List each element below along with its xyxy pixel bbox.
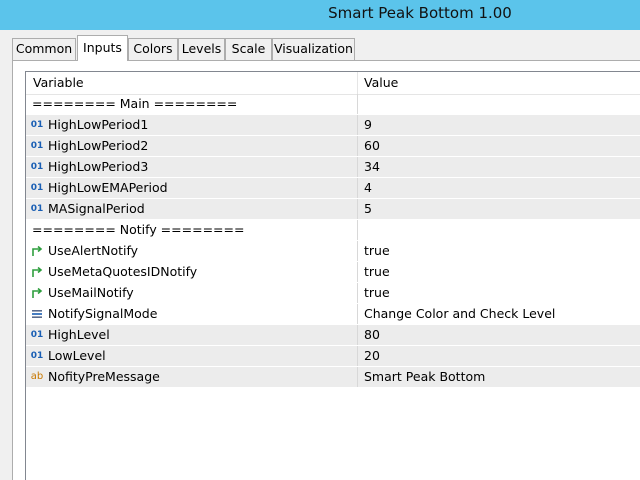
param-row[interactable]: ======== Notify ========: [26, 220, 640, 241]
bool-icon: [30, 266, 44, 278]
variable-cell[interactable]: 01 HighLowPeriod3: [26, 157, 358, 177]
value-cell[interactable]: true: [358, 283, 640, 303]
variable-cell[interactable]: 01 HighLowEMAPeriod: [26, 178, 358, 198]
int-icon: 01: [30, 351, 44, 361]
variable-cell[interactable]: NotifySignalMode: [26, 304, 358, 324]
param-row[interactable]: 01 HighLevel 80: [26, 325, 640, 346]
value-cell[interactable]: 4: [358, 178, 640, 198]
param-row[interactable]: ab NofityPreMessage Smart Peak Bottom: [26, 367, 640, 388]
param-row[interactable]: UseMailNotify true: [26, 283, 640, 304]
enum-icon: [30, 308, 44, 320]
int-icon: 01: [30, 330, 44, 340]
tab-visualization[interactable]: Visualization: [272, 38, 355, 60]
variable-name: HighLowEMAPeriod: [48, 180, 168, 195]
inputs-grid: Variable Value ======== Main ======== 01 H…: [25, 71, 640, 480]
tab-colors[interactable]: Colors: [128, 38, 178, 60]
variable-name: HighLevel: [48, 327, 110, 342]
variable-cell[interactable]: 01 HighLowPeriod2: [26, 136, 358, 156]
param-row[interactable]: 01 HighLowPeriod2 60: [26, 136, 640, 157]
variable-cell[interactable]: ab NofityPreMessage: [26, 367, 358, 387]
value-cell[interactable]: 60: [358, 136, 640, 156]
int-icon: 01: [30, 162, 44, 172]
variable-name: HighLowPeriod3: [48, 159, 149, 174]
param-row[interactable]: NotifySignalMode Change Color and Check L…: [26, 304, 640, 325]
variable-name: MASignalPeriod: [48, 201, 145, 216]
value-cell[interactable]: 80: [358, 325, 640, 345]
int-icon: 01: [30, 120, 44, 130]
variable-cell[interactable]: 01 MASignalPeriod: [26, 199, 358, 219]
int-icon: 01: [30, 183, 44, 193]
tab-levels[interactable]: Levels: [178, 38, 225, 60]
value-cell[interactable]: 34: [358, 157, 640, 177]
param-row[interactable]: 01 HighLowPeriod3 34: [26, 157, 640, 178]
string-icon: ab: [30, 371, 44, 382]
variable-value[interactable]: 9: [364, 115, 372, 135]
variable-cell[interactable]: ======== Notify ========: [26, 220, 358, 240]
bool-icon: [30, 287, 44, 299]
variable-cell[interactable]: UseMailNotify: [26, 283, 358, 303]
header-value[interactable]: Value: [364, 72, 398, 94]
variable-value[interactable]: Change Color and Check Level: [364, 304, 555, 324]
variable-cell[interactable]: 01 HighLowPeriod1: [26, 115, 358, 135]
variable-name: UseMailNotify: [48, 285, 134, 300]
variable-cell[interactable]: 01 LowLevel: [26, 346, 358, 366]
variable-name: HighLowPeriod2: [48, 138, 149, 153]
param-row[interactable]: 01 LowLevel 20: [26, 346, 640, 367]
int-icon: 01: [30, 141, 44, 151]
param-row[interactable]: 01 HighLowPeriod1 9: [26, 115, 640, 136]
param-row[interactable]: 01 HighLowEMAPeriod 4: [26, 178, 640, 199]
grid-header: Variable Value: [26, 72, 640, 95]
variable-cell[interactable]: ======== Main ========: [26, 94, 358, 114]
variable-name: HighLowPeriod1: [48, 117, 149, 132]
header-variable[interactable]: Variable: [33, 72, 84, 94]
tab-common[interactable]: Common: [12, 38, 76, 60]
param-row[interactable]: 01 MASignalPeriod 5: [26, 199, 640, 220]
tab-strip: Common Inputs Colors Levels Scale Visual…: [12, 35, 640, 61]
window-title: Smart Peak Bottom 1.00: [328, 4, 512, 22]
variable-value[interactable]: 60: [364, 136, 380, 156]
variable-value[interactable]: true: [364, 283, 390, 303]
variable-value[interactable]: 4: [364, 178, 372, 198]
int-icon: 01: [30, 204, 44, 214]
variable-name: NotifySignalMode: [48, 306, 158, 321]
header-separator[interactable]: [357, 72, 358, 94]
value-cell[interactable]: 9: [358, 115, 640, 135]
variable-name: UseMetaQuotesIDNotify: [48, 264, 198, 279]
variable-cell[interactable]: UseAlertNotify: [26, 241, 358, 261]
param-row[interactable]: UseAlertNotify true: [26, 241, 640, 262]
variable-name: UseAlertNotify: [48, 243, 139, 258]
variable-value[interactable]: 20: [364, 346, 380, 366]
variable-value[interactable]: Smart Peak Bottom: [364, 367, 485, 387]
value-cell[interactable]: true: [358, 241, 640, 261]
value-cell[interactable]: [358, 220, 640, 240]
section-label: ======== Main ========: [32, 96, 238, 111]
bool-icon: [30, 245, 44, 257]
variable-cell[interactable]: 01 HighLevel: [26, 325, 358, 345]
variable-value[interactable]: 80: [364, 325, 380, 345]
variable-value[interactable]: 5: [364, 199, 372, 219]
tab-inputs[interactable]: Inputs: [77, 35, 128, 61]
variable-value[interactable]: true: [364, 241, 390, 261]
variable-value[interactable]: true: [364, 262, 390, 282]
variable-name: NofityPreMessage: [48, 369, 160, 384]
section-label: ======== Notify ========: [32, 222, 245, 237]
value-cell[interactable]: true: [358, 262, 640, 282]
inputs-panel: Variable Value ======== Main ======== 01 H…: [12, 61, 640, 480]
value-cell[interactable]: Smart Peak Bottom: [358, 367, 640, 387]
param-row[interactable]: UseMetaQuotesIDNotify true: [26, 262, 640, 283]
value-cell[interactable]: 20: [358, 346, 640, 366]
window-titlebar: Smart Peak Bottom 1.00: [0, 0, 640, 30]
tab-scale[interactable]: Scale: [225, 38, 272, 60]
variable-name: LowLevel: [48, 348, 106, 363]
value-cell[interactable]: Change Color and Check Level: [358, 304, 640, 324]
variable-cell[interactable]: UseMetaQuotesIDNotify: [26, 262, 358, 282]
variable-value[interactable]: 34: [364, 157, 380, 177]
value-cell[interactable]: [358, 94, 640, 114]
value-cell[interactable]: 5: [358, 199, 640, 219]
param-row[interactable]: ======== Main ========: [26, 94, 640, 115]
